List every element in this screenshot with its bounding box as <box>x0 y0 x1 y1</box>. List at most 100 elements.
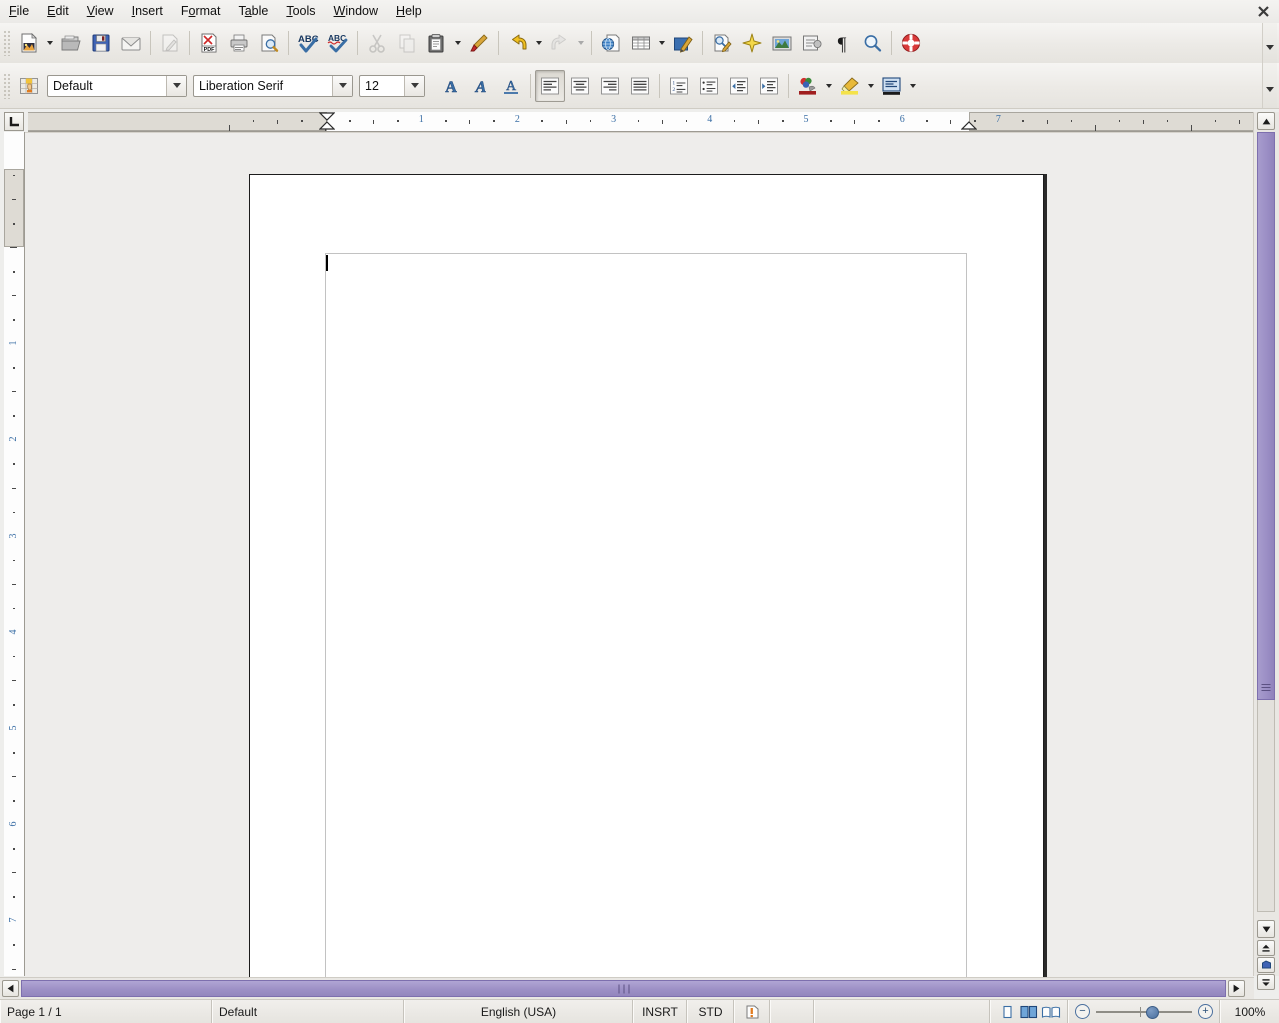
formatting-toolbar-overflow[interactable] <box>1262 63 1277 108</box>
zoom-in-button[interactable]: + <box>1198 1004 1213 1019</box>
spelling-icon[interactable]: ABC <box>293 27 323 59</box>
align-left-button[interactable] <box>535 70 565 102</box>
decrease-indent-button[interactable] <box>724 70 754 102</box>
menu-format[interactable]: Format <box>172 1 230 22</box>
new-document-icon[interactable] <box>14 27 44 59</box>
close-icon[interactable] <box>1253 2 1273 21</box>
menu-insert[interactable]: Insert <box>123 1 172 22</box>
language-field[interactable]: English (USA) <box>404 1000 633 1023</box>
font-size-value[interactable]: 12 <box>360 76 404 96</box>
scroll-up-button[interactable] <box>1257 112 1275 130</box>
digital-signature-field[interactable] <box>770 1000 814 1023</box>
unsaved-changes-icon[interactable] <box>734 1000 770 1023</box>
font-size-dropdown-arrow[interactable] <box>404 76 424 96</box>
align-center-button[interactable] <box>565 70 595 102</box>
undo-dropdown-arrow[interactable] <box>533 28 545 58</box>
paragraph-style-combobox[interactable]: Default <box>47 75 187 97</box>
draw-functions-icon[interactable] <box>668 27 698 59</box>
scroll-left-button[interactable] <box>2 980 19 997</box>
menu-window[interactable]: Window <box>325 1 387 22</box>
insert-table-icon[interactable] <box>626 27 656 59</box>
undo-icon[interactable] <box>503 27 533 59</box>
italic-button[interactable]: A <box>466 70 496 102</box>
scroll-right-button[interactable] <box>1228 980 1245 997</box>
zoom-icon[interactable] <box>857 27 887 59</box>
new-document-dropdown-arrow[interactable] <box>44 28 56 58</box>
align-justified-button[interactable] <box>625 70 655 102</box>
cut-icon[interactable] <box>362 27 392 59</box>
increase-indent-button[interactable] <box>754 70 784 102</box>
insert-mode-field[interactable]: INSRT <box>633 1000 687 1023</box>
horizontal-ruler[interactable]: 1234567 <box>28 112 1254 132</box>
font-color-dropdown-arrow[interactable] <box>823 71 835 101</box>
font-name-dropdown-arrow[interactable] <box>332 76 352 96</box>
zoom-slider[interactable]: − + <box>1068 1000 1220 1023</box>
insert-text-box-icon[interactable] <box>797 27 827 59</box>
special-character-icon[interactable] <box>737 27 767 59</box>
horizontal-scrollbar[interactable] <box>0 977 1254 1000</box>
paste-dropdown-arrow[interactable] <box>452 28 464 58</box>
document-page[interactable] <box>249 174 1044 977</box>
text-body-area[interactable] <box>325 253 967 977</box>
open-document-icon[interactable] <box>56 27 86 59</box>
print-icon[interactable] <box>224 27 254 59</box>
tab-stop-selector[interactable] <box>4 112 24 131</box>
paragraph-background-button[interactable] <box>877 70 907 102</box>
redo-dropdown-arrow[interactable] <box>575 28 587 58</box>
insert-image-icon[interactable] <box>767 27 797 59</box>
menu-view[interactable]: View <box>78 1 123 22</box>
find-replace-icon[interactable] <box>707 27 737 59</box>
book-view-icon[interactable] <box>1040 1005 1062 1019</box>
menu-help[interactable]: Help <box>387 1 431 22</box>
clone-formatting-icon[interactable] <box>464 27 494 59</box>
insert-table-dropdown-arrow[interactable] <box>656 28 668 58</box>
page-count-field[interactable]: Page 1 / 1 <box>0 1000 212 1023</box>
save-icon[interactable] <box>86 27 116 59</box>
section-info-field[interactable] <box>814 1000 990 1023</box>
auto-spellcheck-icon[interactable]: ABC <box>323 27 353 59</box>
formatting-marks-icon[interactable]: ¶ <box>827 27 857 59</box>
font-name-value[interactable]: Liberation Serif <box>194 76 332 96</box>
toolbar-grip[interactable] <box>3 30 12 56</box>
zoom-level-field[interactable]: 100% <box>1220 1000 1279 1023</box>
selection-mode-field[interactable]: STD <box>687 1000 734 1023</box>
vertical-scroll-thumb[interactable] <box>1257 132 1275 700</box>
standard-toolbar-overflow[interactable] <box>1262 23 1277 63</box>
align-right-button[interactable] <box>595 70 625 102</box>
menu-edit[interactable]: Edit <box>38 1 78 22</box>
ordered-list-button[interactable]: 1 2 <box>664 70 694 102</box>
export-pdf-icon[interactable]: PDF <box>194 27 224 59</box>
horizontal-scroll-thumb[interactable] <box>21 980 1226 997</box>
paragraph-style-dropdown-arrow[interactable] <box>166 76 186 96</box>
font-name-combobox[interactable]: Liberation Serif <box>193 75 353 97</box>
font-size-combobox[interactable]: 12 <box>359 75 425 97</box>
paste-icon[interactable] <box>422 27 452 59</box>
font-color-button[interactable] <box>793 70 823 102</box>
multi-page-view-icon[interactable] <box>1018 1005 1040 1019</box>
page-style-field[interactable]: Default <box>212 1000 404 1023</box>
email-document-icon[interactable] <box>116 27 146 59</box>
document-canvas[interactable] <box>25 132 1254 977</box>
toolbar-grip[interactable] <box>3 73 12 99</box>
zoom-slider-track[interactable] <box>1096 1011 1192 1013</box>
scroll-down-button[interactable] <box>1257 920 1275 938</box>
zoom-out-button[interactable]: − <box>1075 1004 1090 1019</box>
unordered-list-button[interactable] <box>694 70 724 102</box>
navigator-icon[interactable] <box>1257 957 1275 973</box>
edit-mode-icon[interactable] <box>155 27 185 59</box>
underline-button[interactable]: A <box>496 70 526 102</box>
paragraph-background-dropdown-arrow[interactable] <box>907 71 919 101</box>
menu-table[interactable]: Table <box>229 1 277 22</box>
menu-tools[interactable]: Tools <box>277 1 324 22</box>
menu-file[interactable]: File <box>0 1 38 22</box>
hyperlink-icon[interactable] <box>596 27 626 59</box>
single-page-view-icon[interactable] <box>996 1005 1018 1019</box>
zoom-slider-knob[interactable] <box>1146 1006 1159 1019</box>
paragraph-style-apply-icon[interactable] <box>14 70 44 102</box>
copy-icon[interactable] <box>392 27 422 59</box>
next-page-icon[interactable] <box>1257 974 1275 990</box>
redo-icon[interactable] <box>545 27 575 59</box>
highlighting-color-dropdown-arrow[interactable] <box>865 71 877 101</box>
vertical-scrollbar[interactable] <box>1253 112 1279 976</box>
print-preview-icon[interactable] <box>254 27 284 59</box>
